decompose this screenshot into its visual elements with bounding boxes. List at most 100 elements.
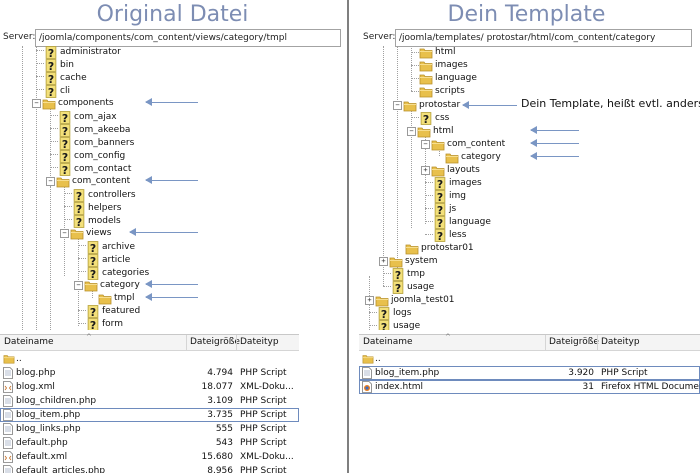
file-size: 543 — [215, 438, 233, 448]
unknown-folder-icon — [86, 241, 100, 254]
unknown-folder-icon — [72, 202, 86, 215]
arrow-views — [129, 228, 198, 236]
template-annotation: Dein Template, heißt evtl. anders — [521, 97, 700, 110]
unknown-folder-icon — [377, 320, 391, 330]
php-file-icon — [3, 423, 13, 435]
arrow-com-content — [145, 176, 198, 184]
folder-open-icon — [417, 125, 431, 138]
file-type: XML-Doku... — [240, 382, 294, 392]
col-type-header[interactable]: Dateityp — [601, 337, 640, 347]
folder-icon — [419, 85, 433, 98]
folder-open-icon — [431, 138, 445, 151]
folder-open-icon — [70, 227, 84, 240]
unknown-folder-icon — [433, 190, 447, 203]
list-item-parent[interactable]: .. — [0, 352, 299, 366]
file-size: 31 — [582, 382, 594, 392]
table-row[interactable]: blog_item.php 3.920 PHP Script — [359, 366, 700, 380]
collapse-toggle-html[interactable]: − — [407, 127, 416, 136]
col-size-header[interactable]: Dateigröße — [549, 337, 599, 347]
file-size: 15.680 — [201, 452, 234, 462]
right-file-list: Dateiname ^ Dateigröße Dateityp .. blog_… — [359, 333, 700, 405]
unknown-folder-icon — [377, 307, 391, 320]
expand-toggle-joomla-test01[interactable]: + — [365, 296, 374, 305]
left-server-bar: Server: /joomla/components/com_content/v… — [3, 29, 343, 47]
table-row[interactable]: index.html 31 Firefox HTML Document — [359, 380, 700, 394]
folder-icon — [419, 59, 433, 72]
file-name: index.html — [375, 382, 423, 392]
list-header: Dateiname ^ Dateigröße Dateityp — [359, 333, 700, 351]
unknown-folder-icon — [86, 318, 100, 330]
file-type: PHP Script — [240, 410, 287, 420]
folder-icon — [389, 255, 403, 268]
col-name-header[interactable]: Dateiname — [4, 337, 54, 347]
file-name: default.xml — [16, 452, 68, 462]
folder-icon — [405, 242, 419, 255]
list-header: Dateiname ^ Dateigröße Dateityp — [0, 333, 299, 351]
server-path-input[interactable]: /joomla/components/com_content/views/cat… — [35, 29, 341, 47]
left-panel: Original Datei Server: /joomla/component… — [0, 0, 345, 473]
file-name: default.php — [16, 438, 68, 448]
file-size: 8.956 — [207, 466, 233, 473]
file-type: PHP Script — [601, 368, 648, 378]
xml-file-icon — [3, 381, 13, 393]
unknown-folder-icon — [44, 72, 58, 85]
table-row[interactable]: blog_children.php 3.109 PHP Script — [0, 394, 299, 408]
collapse-toggle-com-content[interactable]: − — [421, 140, 430, 149]
unknown-folder-icon — [391, 268, 405, 281]
left-title: Original Datei — [96, 2, 249, 27]
left-folder-tree: administrator bin cache cli − components… — [0, 46, 345, 330]
col-size-header[interactable]: Dateigröße — [190, 337, 240, 347]
file-type: PHP Script — [240, 466, 287, 473]
php-file-icon — [3, 465, 13, 473]
file-name: blog.xml — [16, 382, 55, 392]
php-file-icon — [3, 367, 13, 379]
sort-ascending-icon: ^ — [445, 333, 451, 341]
table-row[interactable]: default_articles.php 8.956 PHP Script — [0, 464, 299, 473]
list-item-parent[interactable]: .. — [359, 352, 700, 366]
folder-open-icon — [84, 279, 98, 292]
collapse-toggle-views[interactable]: − — [60, 229, 69, 238]
file-name: blog_children.php — [16, 396, 97, 406]
file-size: 555 — [215, 424, 233, 434]
folder-icon — [362, 353, 374, 364]
php-file-icon — [3, 395, 13, 407]
file-name: blog.php — [16, 368, 56, 378]
php-file-icon — [3, 437, 13, 449]
file-name: blog_links.php — [16, 424, 81, 434]
table-row[interactable]: blog.php 4.794 PHP Script — [0, 366, 299, 380]
folder-icon — [431, 164, 445, 177]
server-label: Server: — [3, 32, 36, 42]
file-size: 4.794 — [207, 368, 233, 378]
collapse-toggle-category[interactable]: − — [74, 281, 83, 290]
right-panel: Dein Template Server: /joomla/templates/… — [353, 0, 700, 473]
table-row[interactable]: blog_item.php 3.735 PHP Script — [0, 408, 299, 422]
file-type: PHP Script — [240, 424, 287, 434]
table-row[interactable]: default.php 543 PHP Script — [0, 436, 299, 450]
arrow-com-content — [530, 139, 579, 147]
right-folder-tree: html images language scripts − protostar… — [353, 46, 700, 330]
folder-icon — [445, 151, 459, 164]
col-type-header[interactable]: Dateityp — [240, 337, 279, 347]
file-name: blog_item.php — [16, 410, 81, 420]
expand-toggle-layouts[interactable]: + — [421, 166, 430, 175]
collapse-toggle-com-content[interactable]: − — [46, 177, 55, 186]
unknown-folder-icon — [58, 124, 72, 137]
collapse-toggle-protostar[interactable]: − — [393, 101, 402, 110]
html-file-icon — [362, 381, 372, 393]
server-path-input[interactable]: /joomla/templates/ protostar/html/com_co… — [395, 29, 692, 47]
expand-toggle-system[interactable]: + — [379, 257, 388, 266]
file-type: XML-Doku... — [240, 452, 294, 462]
file-type: PHP Script — [240, 438, 287, 448]
table-row[interactable]: blog.xml 18.077 XML-Doku... — [0, 380, 299, 394]
arrow-html — [530, 126, 579, 134]
folder-open-icon — [42, 97, 56, 110]
col-name-header[interactable]: Dateiname — [363, 337, 413, 347]
arrow-components — [145, 98, 198, 106]
table-row[interactable]: default.xml 15.680 XML-Doku... — [0, 450, 299, 464]
table-row[interactable]: blog_links.php 555 PHP Script — [0, 422, 299, 436]
unknown-folder-icon — [58, 137, 72, 150]
folder-icon — [375, 294, 389, 307]
unknown-folder-icon — [44, 59, 58, 72]
file-size: 3.109 — [207, 396, 233, 406]
collapse-toggle-components[interactable]: − — [32, 99, 41, 108]
